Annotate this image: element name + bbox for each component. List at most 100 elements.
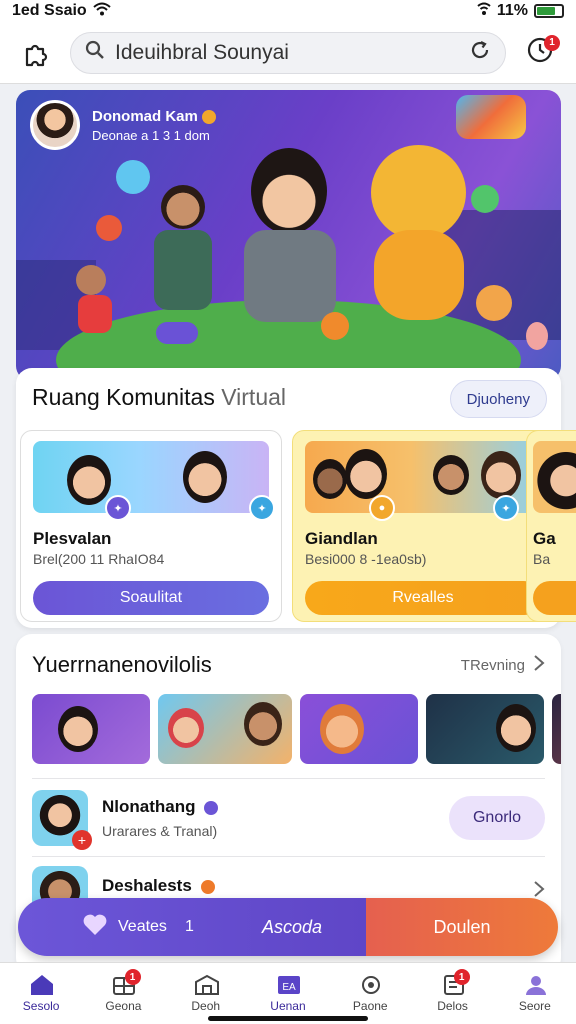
bottom-navigation: Sesolo 1 Geona Deoh EA Uenan Paone 1 Del… [0, 962, 576, 1024]
profile-icon [523, 974, 547, 996]
ball-icon [96, 215, 122, 241]
nav-item-events[interactable]: EA Uenan [247, 963, 329, 1024]
card-member-icon: ● [369, 495, 395, 521]
hero-banner[interactable]: Donomad Kam Deonae a 1 3 1 dom [16, 90, 561, 380]
thumb-face [320, 704, 364, 754]
profile-name: Donomad Kam [92, 107, 198, 125]
community-action-button[interactable]: Djuoheny [449, 380, 547, 418]
battery-percent: 11% [496, 2, 528, 19]
card-member-icon: ✦ [493, 495, 519, 521]
wifi-icon [93, 2, 111, 20]
card-subtitle: Besi000 8 -1ea0sb) [305, 551, 427, 567]
mascot-character-body [374, 230, 464, 320]
small-kid-character [76, 265, 106, 295]
nav-item-games[interactable]: 1 Geona [82, 963, 164, 1024]
woman-character [251, 148, 327, 234]
card-member-icon: ✦ [249, 495, 275, 521]
top-app-bar: 1 [0, 22, 576, 84]
card-join-button[interactable]: Soaulitat [33, 581, 269, 615]
card-subtitle: Ba [533, 551, 551, 567]
thumbnail[interactable] [426, 694, 544, 764]
community-card[interactable]: ● ✦ Giandlan Besi000 8 -1ea0sb) Rvealles [292, 430, 554, 622]
nav-item-explore[interactable]: Paone [329, 963, 411, 1024]
nav-label: Deoh [191, 999, 221, 1013]
list-item-avatar: + [32, 790, 92, 850]
hero-profile[interactable]: Donomad Kam Deonae a 1 3 1 dom [30, 100, 216, 150]
svg-text:EA: EA [282, 982, 296, 993]
card-title: Giandlan [305, 529, 378, 548]
divider [32, 856, 545, 857]
balloon-icon [526, 322, 548, 350]
home-indicator [208, 1016, 368, 1021]
section-title: Yuerrnanenovilolis [32, 652, 212, 677]
heart-icon [82, 913, 108, 942]
community-title: Ruang Komunitas Virtual [32, 384, 286, 411]
notifications-button[interactable]: 1 [520, 33, 560, 73]
store-icon [194, 974, 219, 996]
card-face [345, 449, 387, 499]
card-image [33, 441, 269, 513]
battery-icon [534, 4, 564, 18]
search-input[interactable] [115, 40, 459, 65]
profile-subtitle: Deonae a 1 3 1 dom [92, 127, 210, 143]
nav-badge: 1 [124, 969, 141, 985]
community-card-partial[interactable]: Ga Ba [526, 430, 576, 622]
community-section: Ruang Komunitas Virtual Djuoheny ✦ ✦ Ple… [16, 368, 561, 628]
nav-item-notes[interactable]: 1 Delos [411, 963, 493, 1024]
card-face [481, 451, 521, 499]
toy-icon [321, 312, 349, 340]
primary-action-label[interactable]: Ascoda [262, 917, 322, 938]
notification-badge: 1 [544, 34, 560, 51]
nav-item-deals[interactable]: Deoh [165, 963, 247, 1024]
status-time: 1ed Ssaio [12, 2, 87, 19]
fox-character [476, 285, 512, 321]
list-item-title: Nlonathang [102, 797, 196, 816]
kid-character [161, 185, 205, 229]
thumbnail[interactable] [300, 694, 418, 764]
mascot-character [371, 145, 466, 240]
card-title: Plesvalan [33, 529, 112, 548]
add-icon: + [72, 830, 92, 850]
favorites-label: Veates [118, 918, 167, 935]
search-icon [85, 40, 105, 65]
secondary-action-button[interactable]: Doulen [366, 898, 558, 956]
nav-label: Seore [518, 999, 551, 1013]
community-title-main: Ruang Komunitas [32, 384, 215, 410]
thumb-face [58, 706, 98, 752]
trophy-icon [456, 95, 526, 139]
list-item-title: Deshalests [102, 876, 192, 895]
floating-action-bar: Veates 1 Ascoda Doulen [18, 898, 558, 956]
list-item-action-button[interactable]: Gnorlo [448, 796, 545, 840]
nav-item-profile[interactable]: Seore [494, 963, 576, 1024]
thumb-face [168, 708, 204, 748]
thumbnail[interactable] [32, 694, 150, 764]
see-all-link[interactable]: TRevning [461, 654, 545, 676]
ball-icon [471, 185, 499, 213]
nav-label: Sesolo [22, 999, 60, 1013]
card-image [533, 441, 576, 513]
refresh-icon[interactable] [469, 39, 491, 66]
avatar [30, 100, 80, 150]
nav-item-home[interactable]: Sesolo [0, 963, 82, 1024]
card-face [433, 455, 469, 495]
puzzle-icon[interactable] [16, 33, 56, 73]
search-bar[interactable] [70, 31, 506, 74]
card-join-button-partial[interactable] [533, 581, 576, 615]
chat-bubble-icon [116, 160, 150, 194]
list-item[interactable]: + Nlonathang Urarares & Tranal) Gnorlo [32, 784, 545, 852]
thumb-face [496, 704, 536, 752]
small-kid-character [78, 295, 112, 333]
card-join-button[interactable]: Rvealles [305, 581, 541, 615]
nav-label: Geona [105, 999, 142, 1013]
nav-label: Uenan [270, 999, 306, 1013]
divider [32, 778, 545, 779]
community-card[interactable]: ✦ ✦ Plesvalan Brel(200 11 RhaIO84 Soauli… [20, 430, 282, 622]
thumbnail[interactable] [158, 694, 292, 764]
nav-badge: 1 [453, 969, 470, 985]
thumbnail[interactable] [552, 694, 561, 764]
card-member-icon: ✦ [105, 495, 131, 521]
favorites-action[interactable]: Veates 1 Ascoda [18, 898, 366, 956]
chevron-right-icon[interactable] [533, 866, 545, 903]
status-bar: 1ed Ssaio 11% [0, 0, 576, 22]
signal-icon [477, 2, 491, 21]
